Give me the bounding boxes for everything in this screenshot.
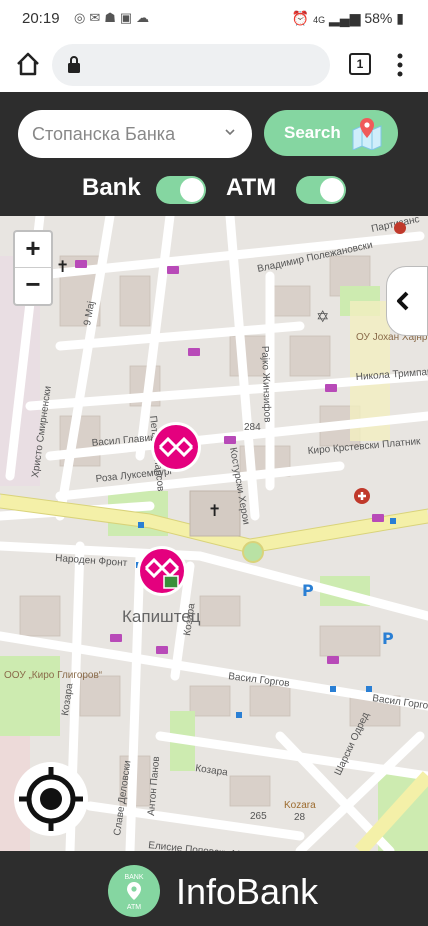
app-footer: BANK ATM InfoBank <box>0 851 428 926</box>
church-icon: ✝ <box>208 501 221 520</box>
search-button[interactable]: Search <box>264 110 398 156</box>
side-panel-toggle[interactable] <box>386 266 428 336</box>
search-button-label: Search <box>284 123 341 142</box>
house-number: 265 <box>250 811 267 822</box>
atm-toggle-label: ATM <box>226 174 277 201</box>
parking-icon: P <box>382 629 394 648</box>
url-bar[interactable] <box>52 44 330 86</box>
logo-top-text: BANK <box>124 874 143 881</box>
notification-icons: ◎✉☗▣☁ <box>74 10 154 25</box>
zoom-out-button[interactable]: − <box>15 268 51 303</box>
house-number: 28 <box>294 812 306 823</box>
map-view[interactable]: Владимир Полежановски Партизанс 9 Мај Пе… <box>0 216 428 851</box>
bank-toggle[interactable] <box>156 176 206 204</box>
toggle-knob <box>180 178 204 202</box>
status-time: 20:19 <box>22 10 60 27</box>
synagogue-icon: ✡ <box>316 307 329 326</box>
church-icon: ✝ <box>56 257 69 276</box>
network-label: 4G <box>313 15 326 25</box>
hospital-icon <box>394 222 406 234</box>
logo-bottom-text: ATM <box>127 904 141 911</box>
atm-toggle[interactable] <box>296 176 346 204</box>
chevron-left-icon <box>397 291 409 311</box>
alarm-icon: ⏰ <box>291 10 310 26</box>
bank-marker[interactable] <box>151 422 201 472</box>
battery-icon: ▮ <box>396 10 404 26</box>
parking-icon: P <box>302 581 314 600</box>
atm-icon <box>163 575 179 589</box>
bank-select[interactable]: Стопанска Банка <box>18 110 252 158</box>
district-label: Капиштец <box>122 607 201 626</box>
logo-pin-icon: BANK ATM <box>124 874 143 911</box>
app-header: Стопанска Банка Search Bank ATM <box>0 92 428 216</box>
signal-icon: ▂▄▆ <box>329 10 361 26</box>
school-label: ООУ „Киро Глигоров“ <box>4 670 102 681</box>
battery-level: 58% <box>364 10 393 26</box>
crosshair-icon <box>19 767 83 831</box>
map-pin-icon <box>352 118 382 150</box>
map-canvas[interactable]: Владимир Полежановски Партизанс 9 Мај Пе… <box>0 216 428 851</box>
place-label: Kozara <box>284 800 316 811</box>
status-right: ⏰ 4G ▂▄▆ 58% ▮ <box>292 10 404 27</box>
locate-me-button[interactable] <box>14 762 88 836</box>
bank-toggle-label: Bank <box>82 174 141 201</box>
atm-marker[interactable] <box>137 546 187 596</box>
chevron-down-icon <box>225 129 235 136</box>
status-bar: 20:19 ◎✉☗▣☁ ⏰ 4G ▂▄▆ 58% ▮ <box>0 0 428 38</box>
toggle-knob <box>320 178 344 202</box>
tabs-button[interactable]: 1 <box>349 53 371 75</box>
lock-icon <box>68 56 80 73</box>
house-number: 284 <box>244 422 261 433</box>
home-icon[interactable] <box>14 50 42 78</box>
app-logo: BANK ATM <box>108 865 160 917</box>
app-title: InfoBank <box>176 871 319 912</box>
zoom-control: + − <box>13 230 53 306</box>
bank-select-value: Стопанска Банка <box>32 124 176 144</box>
zoom-in-button[interactable]: + <box>15 232 51 268</box>
browser-toolbar: 1 <box>0 38 428 92</box>
more-menu-icon[interactable] <box>396 52 404 78</box>
